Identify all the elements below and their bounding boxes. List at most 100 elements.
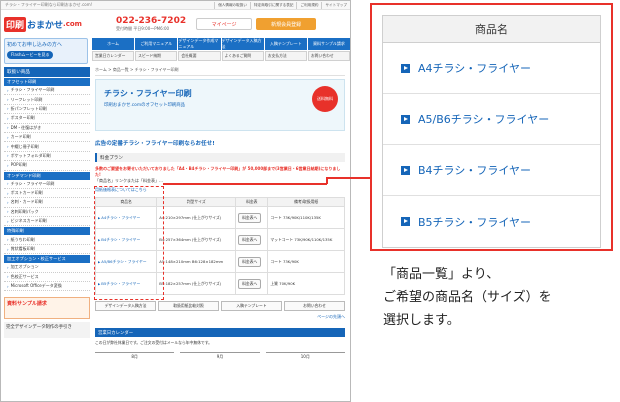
sidebar-item[interactable]: 名刺印刷パック — [4, 208, 90, 218]
nav-design-manual[interactable]: デザインデータ作成マニュアル — [178, 38, 221, 50]
top-link[interactable]: 特定商取引に関する表記 — [249, 1, 297, 9]
global-nav: ホーム ご利用マニュアル デザインデータ作成マニュアル デザインデータ入稿方法 … — [92, 38, 350, 64]
top-links: 個人情報の取扱い 特定商取引に関する表記 ご利用規約 サイトマップ — [214, 1, 350, 9]
caption-line: 「商品一覧」より、 — [383, 267, 500, 282]
sidebar-item[interactable]: ビジネスカード印刷 — [4, 217, 90, 227]
play-arrow-icon — [401, 165, 410, 175]
zoom-callout: 商品名 A4チラシ・フライヤー A5/B6チラシ・フライヤー B4チラシ・フライ… — [370, 3, 613, 251]
caption-line: ご希望の商品名（サイズ）を — [383, 290, 552, 305]
top-link[interactable]: サイトマップ — [321, 1, 350, 9]
nav-contact[interactable]: お問い合わせ — [307, 51, 350, 61]
sidebar-ondemand-label: オンデマンド印刷 — [4, 171, 90, 180]
zoom-product-link[interactable]: A5/B6チラシ・フライヤー — [383, 94, 600, 145]
table-header: 料金表 — [235, 197, 269, 207]
zoom-product-label: B5チラシ・フライヤー — [418, 215, 531, 229]
zoom-product-table: 商品名 A4チラシ・フライヤー A5/B6チラシ・フライヤー B4チラシ・フライ… — [382, 15, 601, 248]
submit-guide-button[interactable]: デザインデータ入稿方法 — [95, 301, 156, 311]
paper-cell: コート 73K/90K — [267, 250, 345, 273]
sidebar-item[interactable]: POP印刷 — [4, 161, 90, 171]
paper-cell: 上質 70K/90K — [267, 272, 345, 295]
table-header: 判型サイズ — [156, 197, 237, 207]
sidebar-item[interactable]: カード印刷 — [4, 133, 90, 143]
nav-template[interactable]: 入稿テンプレート — [264, 38, 307, 50]
nav-submit[interactable]: デザインデータ入稿方法 — [221, 38, 264, 50]
sidebar-item[interactable]: 中綴じ冊子印刷 — [4, 142, 90, 152]
paper-compare-button[interactable]: 取扱用紙比較対照 — [158, 301, 219, 311]
logo-com: .com — [63, 20, 82, 28]
play-arrow-icon — [401, 114, 410, 124]
price-table-button[interactable]: 料金表へ — [238, 212, 262, 223]
template-button[interactable]: 入稿テンプレート — [221, 301, 282, 311]
callout-line — [326, 177, 371, 179]
play-arrow-icon — [401, 63, 410, 73]
phone-block: 022-236-7202 受付時間 平日9:00〜PM6:00 — [116, 16, 186, 32]
page-top-link[interactable]: ページの先頭へ — [95, 314, 345, 320]
price-table-button[interactable]: 料金表へ — [238, 234, 262, 245]
phone-hours: 受付時間 平日9:00〜PM6:00 — [116, 26, 170, 31]
sidebar-item[interactable]: 名刺・カード印刷 — [4, 198, 90, 208]
sidebar-title: 取扱い商品 — [4, 67, 90, 77]
zoom-product-link[interactable]: B5チラシ・フライヤー — [383, 196, 600, 247]
sidebar-item[interactable]: 賞状看板印刷 — [4, 245, 90, 255]
top-link[interactable]: ご利用規約 — [296, 1, 321, 9]
top-link[interactable]: 個人情報の取扱い — [214, 1, 250, 9]
sidebar-item[interactable]: 色校正サービス — [4, 273, 90, 283]
bottom-buttons: デザインデータ入稿方法 取扱用紙比較対照 入稿テンプレート お問い合わせ — [95, 301, 345, 311]
beginner-box[interactable]: 初めてお申し込みの方へ Flashムービーを見る — [4, 38, 88, 64]
sidebar-item[interactable]: ポスター印刷 — [4, 114, 90, 124]
sidebar-item[interactable]: リーフレット印刷 — [4, 95, 90, 105]
sidebar-item[interactable]: チラシ・フライヤー印刷 — [4, 86, 90, 96]
instruction-caption: 「商品一覧」より、 ご希望の商品名（サイズ）を 選択します。 — [383, 263, 552, 332]
flash-movie-button[interactable]: Flashムービーを見る — [7, 51, 54, 59]
zoom-product-label: B4チラシ・フライヤー — [418, 164, 531, 177]
sample-request-banner[interactable]: 資料サンプル請求 — [4, 297, 90, 320]
logo-text: おまかせ — [27, 20, 64, 31]
nav-home[interactable]: ホーム — [92, 38, 135, 50]
beginner-title: 初めてお申し込みの方へ — [7, 42, 62, 48]
register-button[interactable]: 新規会員登録 — [256, 18, 317, 30]
breadcrumb: ホーム > 商品一覧 > チラシ・フライヤー印刷 — [95, 67, 345, 76]
callout-line — [163, 183, 327, 185]
site-logo[interactable]: 印刷 おまかせ .com — [4, 14, 86, 34]
nav-calendar[interactable]: 営業日カレンダー — [92, 51, 135, 61]
sidebar-item[interactable]: DM・往復はがき — [4, 124, 90, 133]
site-header: 印刷 おまかせ .com 022-236-7202 受付時間 平日9:00〜PM… — [1, 10, 350, 38]
design-guide-banner[interactable]: 完全デザインデータ制作の手引き — [4, 322, 90, 339]
nav-sample[interactable]: 資料サンプル請求 — [307, 38, 350, 50]
calendar-title: 営業日カレンダー — [95, 328, 345, 337]
phone-number: 022-236-7202 — [116, 16, 187, 26]
size-cell: B5:182×257mm (仕上がりサイズ) — [156, 272, 237, 295]
topbar-text: チラシ・フライヤー印刷なら印刷おまかせ.com! — [5, 2, 93, 7]
play-arrow-icon — [401, 217, 410, 226]
table-header: 備考/取扱用紙 — [267, 197, 345, 207]
sidebar-item[interactable]: チラシ・フライヤー印刷 — [4, 180, 90, 189]
calendar-months: 8月 9月 10月 — [95, 352, 345, 360]
sidebar-item[interactable]: ポストカード印刷 — [4, 189, 90, 199]
price-table-button[interactable]: 料金表へ — [238, 256, 262, 267]
mypage-button[interactable]: マイページ — [196, 18, 253, 30]
zoom-product-link[interactable]: A4チラシ・フライヤー — [383, 43, 600, 94]
price-table-button[interactable]: 料金表へ — [238, 278, 262, 289]
paper-cell: マットコート 73K/90K/110K/135K — [267, 228, 345, 251]
nav-speed[interactable]: スピード納期 — [135, 51, 178, 61]
sidebar-item[interactable]: 紙うちわ印刷 — [4, 235, 90, 245]
contact-button[interactable]: お問い合わせ — [284, 301, 345, 311]
nav-payment[interactable]: お支払方法 — [264, 51, 307, 61]
product-banner: チラシ・フライヤー印刷 印刷おまかせ.comのオフセット印刷商品 送料無料 — [95, 79, 345, 131]
sidebar-item[interactable]: ポケットフォルダ印刷 — [4, 152, 90, 162]
nav-manual[interactable]: ご利用マニュアル — [135, 38, 178, 50]
nav-faq[interactable]: よくあるご質問 — [221, 51, 264, 61]
subheader: 初めてお申し込みの方へ Flashムービーを見る ホーム ご利用マニュアル デザ… — [1, 38, 350, 64]
sidebar-offset-label: オフセット印刷 — [4, 78, 90, 86]
size-cell: B4:257×364mm (仕上がりサイズ) — [156, 228, 237, 251]
sidebar-item[interactable]: 折パンフレット印刷 — [4, 105, 90, 115]
nav-company[interactable]: 会社概要 — [178, 51, 221, 61]
free-shipping-badge: 送料無料 — [312, 86, 338, 112]
sidebar-item[interactable]: 加工オプション — [4, 263, 90, 273]
zoom-product-link[interactable]: B4チラシ・フライヤー — [383, 145, 600, 196]
calendar-month: 9月 — [180, 352, 260, 360]
zoom-header: 商品名 — [383, 16, 600, 43]
size-cell: A4:210×297mm (仕上がりサイズ) — [156, 206, 237, 229]
notice-text: 多数のご要望をお寄せいただいておりました「A4・B4チラシ・フライヤー印刷」が … — [95, 166, 341, 177]
sidebar-item[interactable]: Microsoft Officeデータ変換 — [4, 282, 90, 292]
